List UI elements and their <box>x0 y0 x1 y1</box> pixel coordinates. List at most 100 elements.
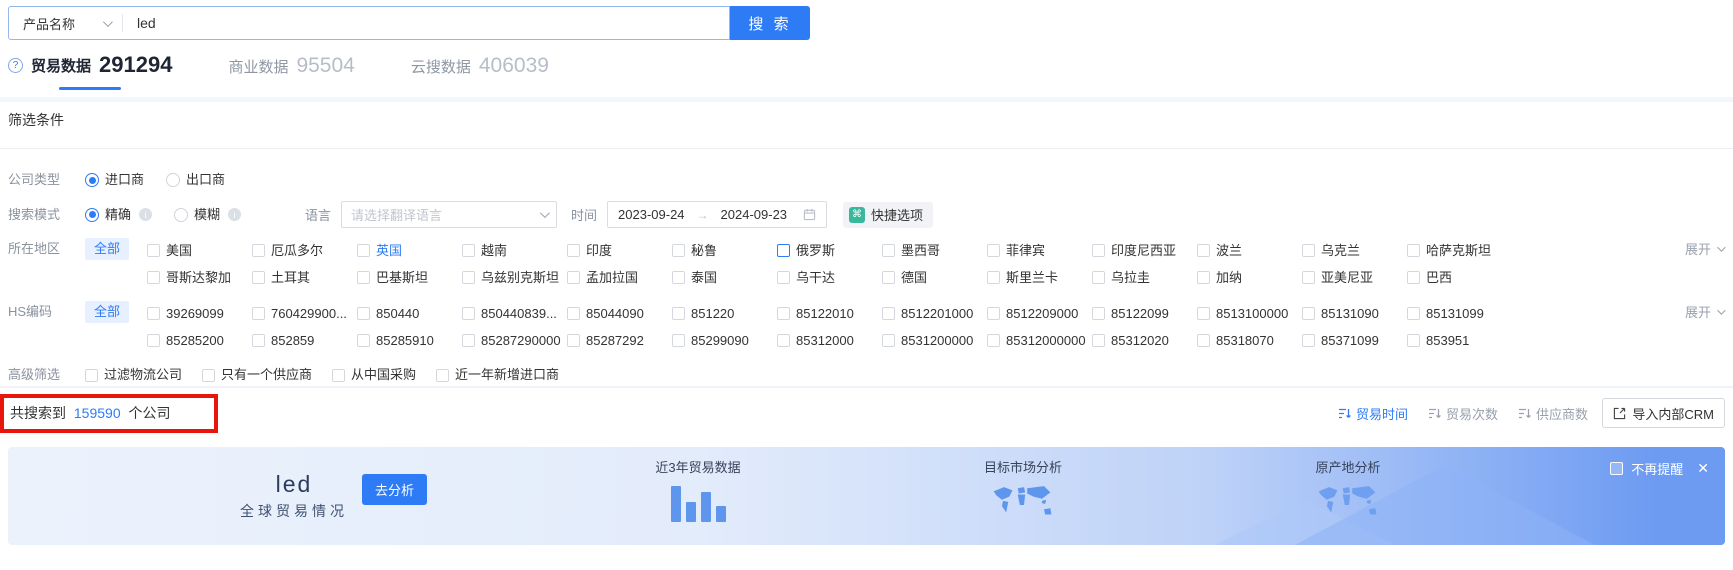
checkbox-icon[interactable] <box>567 271 581 284</box>
checkbox-icon[interactable] <box>672 271 686 284</box>
region-checkbox-item[interactable]: 菲律宾 <box>987 237 1092 264</box>
region-checkbox-item[interactable]: 土耳其 <box>252 264 357 291</box>
search-button[interactable]: 搜 索 <box>730 6 810 40</box>
result-count[interactable]: 159590 <box>74 405 121 421</box>
banner-card-target-market[interactable]: 目标市场分析 <box>933 457 1113 527</box>
checkbox-icon[interactable] <box>252 334 266 347</box>
hs-checkbox-item[interactable]: 85312020 <box>1092 327 1197 354</box>
checkbox-icon[interactable] <box>1302 307 1316 320</box>
hs-checkbox-item[interactable]: 85299090 <box>672 327 777 354</box>
region-checkbox-item[interactable]: 泰国 <box>672 264 777 291</box>
checkbox-icon[interactable] <box>147 307 161 320</box>
checkbox-icon[interactable] <box>777 244 791 257</box>
hs-checkbox-item[interactable]: 85285200 <box>147 327 252 354</box>
radio-importer[interactable]: 进口商 <box>85 168 144 192</box>
checkbox-icon[interactable] <box>462 244 476 257</box>
radio-icon[interactable] <box>85 207 99 222</box>
question-circle-icon[interactable]: ? <box>8 57 23 73</box>
hs-checkbox-item[interactable]: 850440839... <box>462 300 567 327</box>
checkbox-icon[interactable] <box>672 307 686 320</box>
region-checkbox-item[interactable]: 厄瓜多尔 <box>252 237 357 264</box>
region-checkbox-item[interactable]: 美国 <box>147 237 252 264</box>
region-checkbox-item[interactable]: 秘鲁 <box>672 237 777 264</box>
checkbox-icon[interactable] <box>987 334 1001 347</box>
hs-checkbox-item[interactable]: 850440 <box>357 300 462 327</box>
checkbox-icon[interactable] <box>1302 244 1316 257</box>
advanced-checkbox-item[interactable]: 从中国采购 <box>332 363 416 387</box>
advanced-checkbox-item[interactable]: 只有一个供应商 <box>202 363 312 387</box>
checkbox-icon[interactable] <box>147 334 161 347</box>
region-checkbox-item[interactable]: 越南 <box>462 237 567 264</box>
checkbox-icon[interactable] <box>882 307 896 320</box>
region-checkbox-item[interactable]: 俄罗斯 <box>777 237 882 264</box>
region-checkbox-item[interactable]: 巴基斯坦 <box>357 264 462 291</box>
region-checkbox-item[interactable]: 英国 <box>357 237 462 264</box>
checkbox-icon[interactable] <box>252 307 266 320</box>
quick-options-button[interactable]: ⌘ 快捷选项 <box>843 201 934 228</box>
hs-checkbox-item[interactable]: 853951 <box>1407 327 1512 354</box>
checkbox-icon[interactable] <box>777 334 791 347</box>
banner-card-trade-data[interactable]: 近3年贸易数据 <box>608 457 788 522</box>
tab-trade-data[interactable]: ? 贸易数据 291294 <box>8 52 172 90</box>
region-checkbox-item[interactable]: 孟加拉国 <box>567 264 672 291</box>
radio-exporter[interactable]: 出口商 <box>166 168 225 192</box>
hs-checkbox-item[interactable]: 8531200000 <box>882 327 987 354</box>
checkbox-icon[interactable] <box>147 271 161 284</box>
checkbox-icon[interactable] <box>1197 334 1211 347</box>
advanced-checkbox-item[interactable]: 过滤物流公司 <box>85 363 182 387</box>
hs-checkbox-item[interactable]: 85287290000 <box>462 327 567 354</box>
checkbox-icon[interactable] <box>462 271 476 284</box>
region-checkbox-item[interactable]: 墨西哥 <box>882 237 987 264</box>
hs-checkbox-item[interactable]: 39269099 <box>147 300 252 327</box>
checkbox-icon[interactable] <box>882 271 896 284</box>
banner-card-origin[interactable]: 原产地分析 <box>1258 457 1438 527</box>
info-circle-icon[interactable]: i <box>228 208 242 221</box>
language-select[interactable]: 请选择翻译语言 <box>341 201 558 228</box>
region-checkbox-item[interactable]: 波兰 <box>1197 237 1302 264</box>
hs-checkbox-item[interactable]: 85044090 <box>567 300 672 327</box>
start-date[interactable]: 2023-09-24 <box>618 207 685 222</box>
radio-exact[interactable]: 精确 i <box>85 203 153 227</box>
checkbox-icon[interactable] <box>202 368 216 382</box>
checkbox-icon[interactable] <box>1302 271 1316 284</box>
hs-checkbox-item[interactable]: 85122010 <box>777 300 882 327</box>
hs-checkbox-item[interactable]: 85122099 <box>1092 300 1197 327</box>
hs-checkbox-item[interactable]: 8513100000 <box>1197 300 1302 327</box>
checkbox-icon[interactable] <box>357 334 371 347</box>
tab-cloud-search-data[interactable]: 云搜数据 406039 <box>411 54 549 90</box>
checkbox-icon[interactable] <box>777 307 791 320</box>
hs-checkbox-item[interactable]: 8512201000 <box>882 300 987 327</box>
checkbox-icon[interactable] <box>252 244 266 257</box>
checkbox-icon[interactable] <box>85 368 98 382</box>
info-circle-icon[interactable]: i <box>139 208 153 221</box>
region-checkbox-item[interactable]: 乌拉圭 <box>1092 264 1197 291</box>
hs-expand-button[interactable]: 展开 <box>1685 302 1726 321</box>
hs-checkbox-item[interactable]: 851220 <box>672 300 777 327</box>
hs-checkbox-item[interactable]: 760429900... <box>252 300 357 327</box>
region-checkbox-item[interactable]: 乌兹别克斯坦 <box>462 264 567 291</box>
region-checkbox-item[interactable]: 哈萨克斯坦 <box>1407 237 1512 264</box>
sort-button[interactable]: 贸易次数 <box>1428 404 1498 423</box>
region-checkbox-item[interactable]: 印度尼西亚 <box>1092 237 1197 264</box>
checkbox-icon[interactable] <box>567 244 581 257</box>
region-checkbox-item[interactable]: 哥斯达黎加 <box>147 264 252 291</box>
checkbox-icon[interactable] <box>1197 271 1211 284</box>
hs-checkbox-item[interactable]: 85312000000 <box>987 327 1092 354</box>
checkbox-icon[interactable] <box>436 368 450 382</box>
checkbox-icon[interactable] <box>567 334 581 347</box>
checkbox-icon[interactable] <box>1092 334 1106 347</box>
checkbox-icon[interactable] <box>332 368 346 382</box>
checkbox-icon[interactable] <box>357 244 371 257</box>
hs-checkbox-item[interactable]: 85131090 <box>1302 300 1407 327</box>
checkbox-icon[interactable] <box>882 244 896 257</box>
hs-checkbox-item[interactable]: 852859 <box>252 327 357 354</box>
region-checkbox-item[interactable]: 斯里兰卡 <box>987 264 1092 291</box>
checkbox-icon[interactable] <box>1092 271 1106 284</box>
hs-checkbox-item[interactable]: 85312000 <box>777 327 882 354</box>
region-checkbox-item[interactable]: 加纳 <box>1197 264 1302 291</box>
checkbox-icon[interactable] <box>987 271 1001 284</box>
checkbox-icon[interactable] <box>357 271 371 284</box>
checkbox-icon[interactable] <box>462 334 476 347</box>
hs-checkbox-item[interactable]: 85371099 <box>1302 327 1407 354</box>
checkbox-icon[interactable] <box>1407 244 1421 257</box>
